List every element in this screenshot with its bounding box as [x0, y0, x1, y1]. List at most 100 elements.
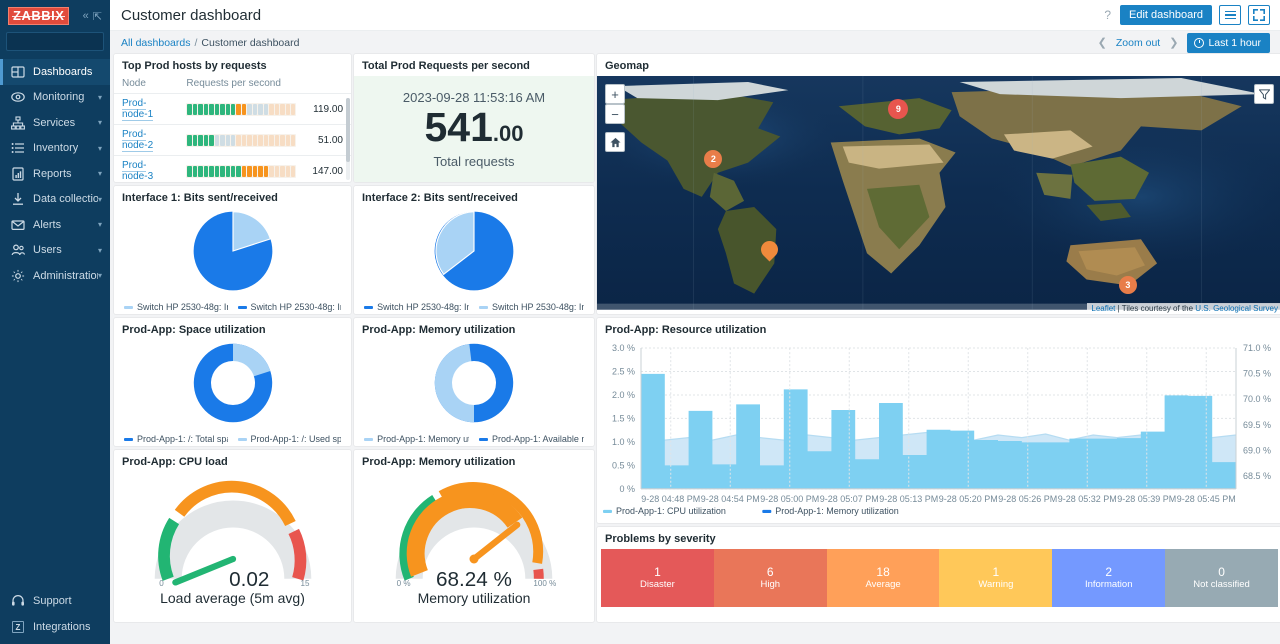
filter-icon[interactable] — [1254, 84, 1274, 104]
map-zoom-in-button[interactable]: + — [605, 84, 625, 104]
host-link[interactable]: Prod-node-2 — [122, 129, 153, 152]
breadcrumb-current: Customer dashboard — [201, 37, 299, 49]
zabbix-logo-text: ZABBIX — [13, 8, 64, 23]
sidebar: ZABBIX « ⇱ Dashboards Monitoring ▾ Services… — [0, 0, 110, 644]
widget-title: Interface 1: Bits sent/received — [114, 186, 351, 208]
sidebar-item-label: Support — [33, 595, 72, 607]
legend-label: Prod-App-1: Memory utilization — [775, 506, 898, 516]
severity-count: 1 — [654, 565, 661, 579]
sidebar-item-inventory[interactable]: Inventory▾ — [0, 136, 110, 162]
sidebar-item-data-collection[interactable]: Data collection▾ — [0, 187, 110, 213]
sidebar-item-integrations[interactable]: Z Integrations — [0, 614, 110, 640]
cpu-gauge-svg: 0 15 0.02 — [143, 472, 323, 592]
sidebar-item-monitoring[interactable]: Monitoring ▾ — [0, 85, 110, 111]
kiosk-mode-icon[interactable] — [1248, 5, 1270, 25]
clock-icon — [1194, 38, 1204, 48]
sidebar-bottom-nav: Support Z Integrations — [0, 588, 110, 640]
pie-chart — [354, 208, 594, 294]
edit-dashboard-button[interactable]: Edit dashboard — [1120, 5, 1212, 25]
chevron-left-icon[interactable]: ❮ — [1095, 36, 1110, 49]
severity-tile[interactable]: 18Average — [827, 549, 940, 607]
y-axis-right-tick: 70.0 % — [1243, 394, 1271, 404]
legend-label: Switch HP 2530-48g: Inte... — [377, 302, 469, 312]
gauge-max-label: 15 — [300, 579, 309, 588]
y-axis-right-tick: 70.5 % — [1243, 369, 1271, 379]
geomap-canvas[interactable]: + − 923 Leaflet | Tiles courtesy of the … — [597, 76, 1280, 314]
sidebar-item-administration[interactable]: Administration▾ — [0, 263, 110, 289]
x-axis-tick: 9-28 05:13 PM — [879, 494, 938, 504]
time-range-selector[interactable]: Last 1 hour — [1187, 33, 1270, 53]
administration-icon — [11, 269, 25, 283]
widget-title: Top Prod hosts by requests — [114, 54, 351, 76]
help-icon[interactable]: ? — [1102, 8, 1113, 22]
widget-title: Prod-App: Resource utilization — [597, 318, 1280, 340]
map-zoom-out-button[interactable]: − — [605, 104, 625, 124]
sidebar-search[interactable] — [6, 32, 104, 51]
breadcrumb-all-dashboards[interactable]: All dashboards — [121, 37, 190, 49]
legend-label: Prod-App-1: /: Total space — [137, 434, 228, 444]
widget-interface2-pie: Interface 2: Bits sent/received Switch H… — [354, 186, 594, 314]
severity-tile[interactable]: 2Information — [1052, 549, 1165, 607]
collapse-icon[interactable]: « — [83, 10, 89, 22]
table-header-row: Node Requests per second — [114, 76, 351, 94]
usgs-link[interactable]: U.S. Geological Survey — [1195, 304, 1278, 313]
home-icon[interactable] — [605, 132, 625, 152]
sidebar-item-label: Data collection — [33, 193, 98, 205]
legend-swatch — [479, 306, 488, 309]
bar-gauge — [186, 103, 296, 116]
widget-interface1-pie: Interface 1: Bits sent/received Switch H… — [114, 186, 351, 314]
zabbix-logo[interactable]: ZABBIX — [8, 7, 69, 25]
y-axis-right-tick: 69.5 % — [1243, 420, 1271, 430]
widget-title: Prod-App: Space utilization — [114, 318, 351, 340]
sidebar-item-label: Integrations — [33, 621, 90, 633]
scrollbar[interactable] — [346, 98, 350, 180]
legend-label: Prod-App-1: Available me... — [492, 434, 584, 444]
table-row: Prod-node-1119.00 — [114, 94, 351, 125]
sidebar-item-label: Alerts — [33, 219, 61, 231]
chart-legend: Switch HP 2530-48g: Inte... Switch HP 253… — [354, 302, 594, 312]
sidebar-item-services[interactable]: Services▾ — [0, 110, 110, 136]
sidebar-item-reports[interactable]: Reports▾ — [0, 161, 110, 187]
table-row: Prod-node-3147.00 — [114, 156, 351, 183]
host-link[interactable]: Prod-node-3 — [122, 160, 153, 182]
support-icon — [11, 594, 25, 608]
page-title: Customer dashboard — [121, 7, 261, 24]
legend-item: Switch HP 2530-48g: Inte... — [238, 302, 342, 312]
severity-tile[interactable]: 1Disaster — [601, 549, 714, 607]
legend-item: Prod-App-1: Available me... — [479, 434, 584, 444]
chevron-right-icon[interactable]: ❯ — [1166, 36, 1181, 49]
chevron-down-icon: ▾ — [98, 93, 102, 102]
pie-chart — [114, 208, 351, 294]
zoom-out-button[interactable]: Zoom out — [1116, 37, 1160, 49]
memory-gauge-svg: 0 % 100 % 68.24 % — [384, 472, 564, 592]
list-view-icon[interactable] — [1219, 5, 1241, 25]
pin-icon[interactable]: ⇱ — [93, 10, 102, 23]
sidebar-item-label: Reports — [33, 168, 72, 180]
widget-title: Interface 2: Bits sent/received — [354, 186, 594, 208]
resource-graph-svg[interactable]: 0 %0.5 %1.0 %1.5 %2.0 %2.5 %3.0 %68.5 %6… — [597, 340, 1280, 523]
x-axis-tick: 9-28 05:07 PM — [820, 494, 879, 504]
legend-label: Prod-App-1: Memory utili... — [377, 434, 469, 444]
severity-tile[interactable]: 0Not classified — [1165, 549, 1278, 607]
legend-item: Switch HP 2530-48g: Inte... — [479, 302, 584, 312]
widget-resource-utilization: Prod-App: Resource utilization 0 %0.5 %1… — [597, 318, 1280, 523]
leaflet-link[interactable]: Leaflet — [1091, 304, 1115, 313]
time-range-label: Last 1 hour — [1208, 37, 1261, 49]
sidebar-item-users[interactable]: Users▾ — [0, 238, 110, 264]
chart-legend: Switch HP 2530-48g: Inte...Switch HP 253… — [114, 302, 351, 312]
widget-cpu-gauge: Prod-App: CPU load 0 15 0.02 Load averag… — [114, 450, 351, 622]
y-axis-right-tick: 71.0 % — [1243, 343, 1271, 353]
sidebar-item-label: Monitoring — [33, 91, 84, 103]
severity-tile[interactable]: 1Warning — [939, 549, 1052, 607]
integrations-icon: Z — [11, 620, 25, 634]
sidebar-item-support[interactable]: Support — [0, 588, 110, 614]
host-value: 51.00 — [304, 125, 351, 156]
chevron-down-icon: ▾ — [98, 220, 102, 229]
severity-tile[interactable]: 6High — [714, 549, 827, 607]
host-link[interactable]: Prod-node-1 — [122, 98, 153, 121]
sidebar-item-alerts[interactable]: Alerts ▾ — [0, 212, 110, 238]
sidebar-item-dashboards[interactable]: Dashboards — [0, 59, 110, 85]
gauge-description: Memory utilization — [418, 590, 531, 606]
y-axis-left-tick: 2.0 % — [612, 390, 635, 400]
legend-swatch — [124, 438, 133, 441]
